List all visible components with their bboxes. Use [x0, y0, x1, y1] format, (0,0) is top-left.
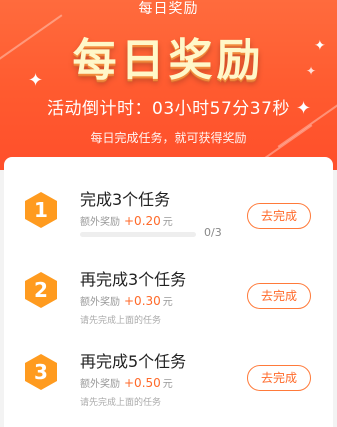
- step-badge: 1: [22, 191, 60, 229]
- task-hint: 请先完成上面的任务: [80, 316, 162, 326]
- reward-label: 额外奖励: [80, 217, 120, 228]
- task-item-2: 2 再完成3个任务 额外奖励 +0.30 元 请先完成上面的任务 去完成: [4, 255, 333, 326]
- reward-line: 额外奖励 +0.50 元: [80, 375, 173, 390]
- reward-amount: +0.20: [124, 214, 161, 228]
- go-complete-button[interactable]: 去完成: [247, 365, 311, 391]
- task-title: 完成3个任务: [80, 190, 171, 209]
- reward-label: 额外奖励: [80, 379, 120, 390]
- reward-unit: 元: [162, 379, 173, 390]
- task-title: 再完成5个任务: [80, 352, 187, 371]
- countdown-timer: 活动倒计时：03小时57分37秒: [47, 99, 290, 119]
- reward-amount: +0.50: [124, 376, 161, 390]
- step-badge: 3: [22, 353, 60, 391]
- reward-unit: 元: [162, 217, 173, 228]
- reward-line: 额外奖励 +0.30 元: [80, 293, 173, 308]
- nav-title: 每日奖励: [138, 1, 199, 17]
- step-number: 1: [34, 198, 48, 222]
- go-complete-button[interactable]: 去完成: [247, 283, 311, 309]
- step-badge: 2: [22, 271, 60, 309]
- banner-title: 每日奖励: [72, 35, 265, 86]
- task-card: 1 完成3个任务 额外奖励 +0.20 元 0/3 去完成 2 再完成3个任务 额外…: [4, 157, 333, 427]
- header-subtitle: 每日完成任务，就可获得奖励: [90, 131, 247, 145]
- go-complete-button[interactable]: 去完成: [247, 203, 311, 229]
- header-banner: 每日奖励 ✦ ✦ ✦ ✦ 每日奖励 活动倒计时：03小时57分37秒 每日完成任…: [0, 0, 337, 170]
- reward-line: 额外奖励 +0.20 元: [80, 213, 173, 228]
- reward-unit: 元: [162, 297, 173, 308]
- task-item-3: 3 再完成5个任务 额外奖励 +0.50 元 请先完成上面的任务 去完成: [4, 337, 333, 408]
- progress-text: 0/3: [204, 226, 222, 239]
- step-number: 2: [34, 278, 48, 302]
- task-item-1: 1 完成3个任务 额外奖励 +0.20 元 0/3 去完成: [4, 175, 333, 245]
- task-hint: 请先完成上面的任务: [80, 398, 162, 408]
- reward-label: 额外奖励: [80, 297, 120, 308]
- step-number: 3: [34, 360, 48, 384]
- task-title: 再完成3个任务: [80, 270, 187, 289]
- reward-amount: +0.30: [124, 294, 161, 308]
- progress-bar: [80, 232, 196, 237]
